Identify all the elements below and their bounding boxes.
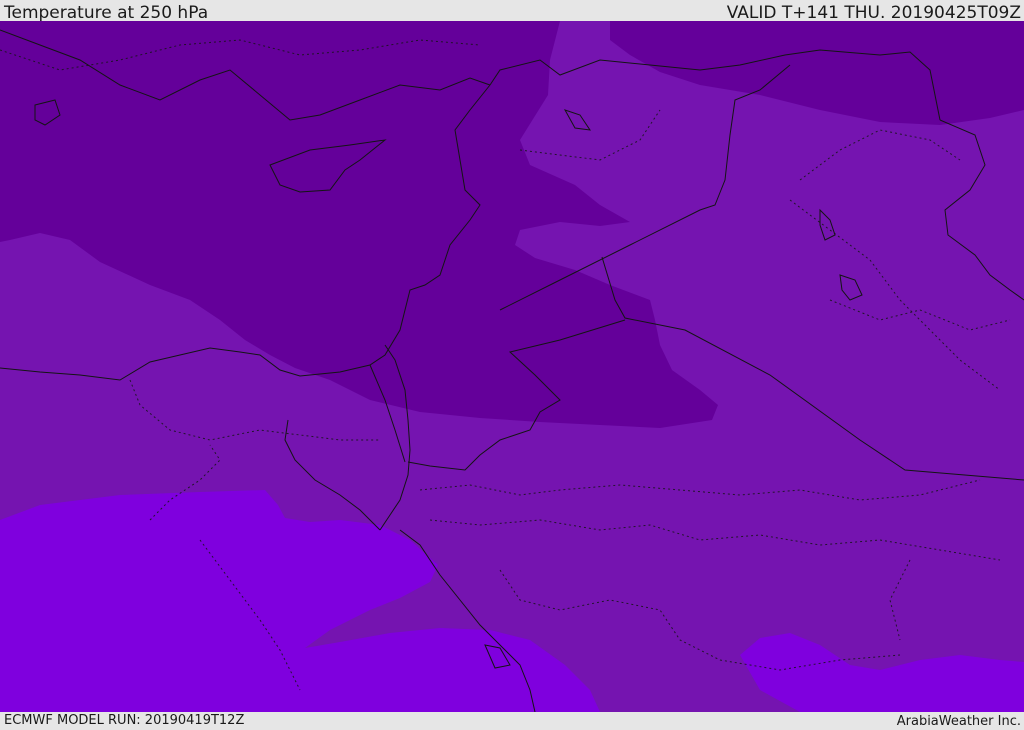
header-bar: Temperature at 250 hPa VALID T+141 THU. …	[0, 0, 1024, 23]
map-title: Temperature at 250 hPa	[4, 3, 209, 23]
valid-time: VALID T+141 THU. 20190425T09Z	[726, 3, 1021, 23]
temperature-map	[0, 21, 1024, 712]
footer-bar: ECMWF MODEL RUN: 20190419T12Z ArabiaWeat…	[0, 712, 1024, 729]
credit-label: ArabiaWeather Inc.	[896, 714, 1021, 729]
map-area[interactable]	[0, 21, 1024, 712]
model-run-label: ECMWF MODEL RUN: 20190419T12Z	[4, 713, 245, 728]
